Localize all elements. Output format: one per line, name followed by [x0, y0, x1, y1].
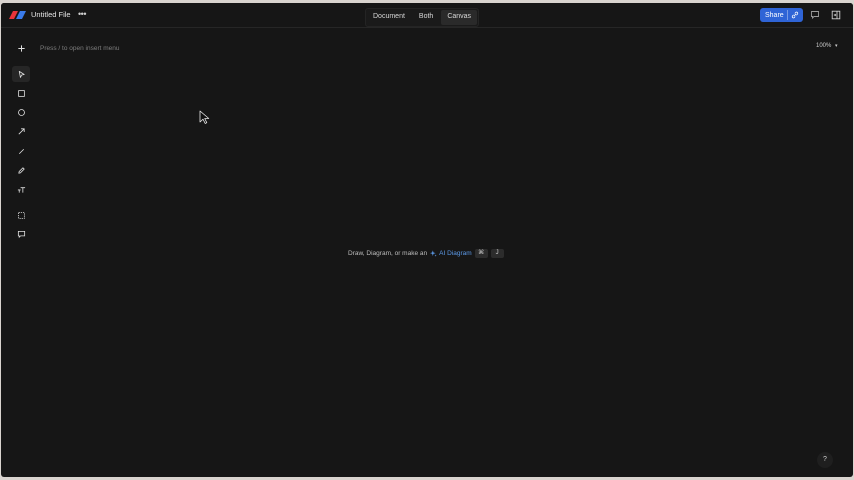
- rectangle-tool[interactable]: [12, 85, 30, 101]
- circle-icon: [17, 108, 25, 116]
- tab-canvas[interactable]: Canvas: [441, 10, 478, 25]
- arrow-icon: [18, 127, 25, 134]
- help-button[interactable]: ?: [817, 452, 833, 468]
- sidebar-toggle-icon[interactable]: [831, 10, 841, 20]
- pencil-icon: [17, 166, 25, 174]
- comment-icon: [17, 230, 25, 238]
- more-options-icon[interactable]: •••: [76, 8, 88, 20]
- canvas-empty-hint: Draw, Diagram, or make an AI Diagram ⌘ J: [348, 249, 504, 258]
- add-button[interactable]: [12, 40, 30, 56]
- zoom-control[interactable]: 100% ▾: [816, 43, 838, 49]
- ai-diagram-link[interactable]: AI Diagram: [430, 250, 472, 257]
- sparkle-icon: [430, 250, 437, 257]
- add-icon: [17, 44, 25, 52]
- text-icon: [17, 186, 25, 193]
- share-divider: [786, 10, 788, 20]
- arrow-tool[interactable]: [12, 123, 30, 139]
- share-button-label: Share: [765, 11, 784, 19]
- share-button[interactable]: Share: [760, 8, 803, 22]
- select-tool[interactable]: [12, 66, 30, 82]
- ai-diagram-label: AI Diagram: [439, 250, 472, 257]
- tab-both[interactable]: Both: [413, 10, 439, 25]
- insert-menu-hint: Press / to open insert menu: [40, 45, 120, 52]
- comment-panel-icon[interactable]: [810, 10, 820, 20]
- comment-tool[interactable]: [12, 226, 30, 242]
- circle-tool[interactable]: [12, 104, 30, 120]
- mouse-cursor-icon: [199, 110, 210, 124]
- app-window: Untitled File ••• Document Both Canvas S…: [1, 3, 853, 477]
- line-tool[interactable]: [12, 143, 30, 159]
- rectangle-icon: [17, 89, 25, 97]
- pencil-tool[interactable]: [12, 162, 30, 178]
- select-icon: [18, 70, 25, 78]
- shortcut-command-key: ⌘: [474, 249, 488, 258]
- frame-icon: [17, 211, 25, 219]
- empty-hint-text: Draw, Diagram, or make an: [348, 250, 428, 257]
- line-icon: [18, 148, 24, 154]
- eraser-logo-icon[interactable]: [9, 11, 26, 19]
- frame-tool[interactable]: [12, 207, 30, 223]
- zoom-level: 100%: [816, 43, 832, 49]
- link-icon[interactable]: [791, 11, 799, 19]
- view-switch: Document Both Canvas: [365, 8, 480, 27]
- chevron-down-icon: ▾: [835, 43, 838, 49]
- top-bar: Untitled File ••• Document Both Canvas S…: [1, 3, 853, 28]
- file-title[interactable]: Untitled File: [31, 10, 71, 19]
- tab-document[interactable]: Document: [367, 10, 411, 25]
- shortcut-j-key: J: [490, 249, 504, 258]
- text-tool[interactable]: [12, 181, 30, 197]
